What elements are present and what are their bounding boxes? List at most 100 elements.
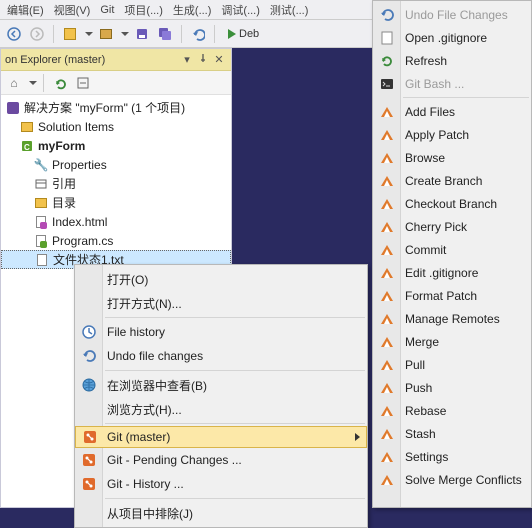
folder-node[interactable]: 目录 bbox=[1, 193, 231, 212]
folder-icon bbox=[33, 195, 49, 211]
ctx-file-history[interactable]: File history bbox=[75, 320, 367, 344]
git-checkout-branch[interactable]: Checkout Branch bbox=[373, 192, 531, 215]
svg-text:C: C bbox=[24, 143, 30, 152]
home-button[interactable]: ⌂ bbox=[4, 73, 24, 93]
fox-icon bbox=[378, 310, 396, 328]
git-open-gitignore[interactable]: Open .gitignore bbox=[373, 26, 531, 49]
fox-icon bbox=[378, 356, 396, 374]
fox-icon bbox=[378, 402, 396, 420]
dropdown-icon[interactable]: ▾ bbox=[179, 53, 195, 66]
git-commit[interactable]: Commit bbox=[373, 238, 531, 261]
clock-icon bbox=[80, 323, 98, 341]
pin-icon[interactable] bbox=[195, 53, 211, 66]
separator bbox=[105, 498, 365, 499]
file-program-cs[interactable]: Program.cs bbox=[1, 231, 231, 250]
save-all-button[interactable] bbox=[155, 24, 175, 44]
sync-button[interactable] bbox=[50, 73, 70, 93]
git-icon bbox=[81, 428, 99, 446]
html-file-icon bbox=[33, 214, 49, 230]
git-settings[interactable]: Settings bbox=[373, 445, 531, 468]
separator bbox=[105, 317, 365, 318]
menu-debug[interactable]: 调试(...) bbox=[216, 2, 265, 18]
references-icon bbox=[33, 176, 49, 192]
git-push[interactable]: Push bbox=[373, 376, 531, 399]
git-stash[interactable]: Stash bbox=[373, 422, 531, 445]
ctx-view-in-browser[interactable]: 在浏览器中查看(B) bbox=[75, 373, 367, 397]
git-rebase[interactable]: Rebase bbox=[373, 399, 531, 422]
git-undo-file-changes: Undo File Changes bbox=[373, 3, 531, 26]
collapse-button[interactable] bbox=[73, 73, 93, 93]
menu-view[interactable]: 视图(V) bbox=[49, 2, 96, 18]
ctx-git-pending[interactable]: Git - Pending Changes ... bbox=[75, 448, 367, 472]
forward-button[interactable] bbox=[27, 24, 47, 44]
refresh-icon bbox=[378, 52, 396, 70]
panel-title-text: on Explorer (master) bbox=[5, 54, 179, 66]
chevron-down-icon[interactable] bbox=[29, 81, 37, 85]
git-create-branch[interactable]: Create Branch bbox=[373, 169, 531, 192]
menu-build[interactable]: 生成(...) bbox=[168, 2, 217, 18]
panel-titlebar[interactable]: on Explorer (master) ▾ ✕ bbox=[1, 49, 231, 71]
git-pull[interactable]: Pull bbox=[373, 353, 531, 376]
fox-icon bbox=[378, 471, 396, 489]
menu-edit[interactable]: 编辑(E) bbox=[2, 2, 49, 18]
save-button[interactable] bbox=[132, 24, 152, 44]
chevron-right-icon bbox=[355, 433, 360, 441]
start-debug-button[interactable]: Deb bbox=[221, 25, 266, 43]
menu-git[interactable]: Git bbox=[95, 4, 119, 16]
close-icon[interactable]: ✕ bbox=[211, 53, 227, 66]
menu-project[interactable]: 项目(...) bbox=[119, 2, 168, 18]
ctx-git-submenu[interactable]: Git (master) bbox=[75, 426, 367, 448]
solution-tree: 解决方案 "myForm" (1 个项目) Solution Items C m… bbox=[1, 95, 231, 269]
ctx-exclude[interactable]: 从项目中排除(J) bbox=[75, 501, 367, 525]
git-solve-conflicts[interactable]: Solve Merge Conflicts bbox=[373, 468, 531, 491]
git-bash: Git Bash ... bbox=[373, 72, 531, 95]
undo-button[interactable] bbox=[188, 24, 208, 44]
chevron-down-icon[interactable] bbox=[121, 32, 129, 36]
git-edit-gitignore[interactable]: Edit .gitignore bbox=[373, 261, 531, 284]
fox-icon bbox=[378, 241, 396, 259]
fox-icon bbox=[378, 126, 396, 144]
git-apply-patch[interactable]: Apply Patch bbox=[373, 123, 531, 146]
git-cherry-pick[interactable]: Cherry Pick bbox=[373, 215, 531, 238]
panel-toolbar: ⌂ bbox=[1, 71, 231, 95]
file-index-html[interactable]: Index.html bbox=[1, 212, 231, 231]
solution-icon bbox=[5, 100, 21, 116]
git-add-files[interactable]: Add Files bbox=[373, 100, 531, 123]
cs-file-icon bbox=[33, 233, 49, 249]
git-format-patch[interactable]: Format Patch bbox=[373, 284, 531, 307]
ctx-browse-with[interactable]: 浏览方式(H)... bbox=[75, 397, 367, 421]
back-button[interactable] bbox=[4, 24, 24, 44]
git-icon bbox=[80, 475, 98, 493]
open-button[interactable] bbox=[96, 24, 116, 44]
fox-icon bbox=[378, 425, 396, 443]
references-node[interactable]: 引用 bbox=[1, 174, 231, 193]
git-merge[interactable]: Merge bbox=[373, 330, 531, 353]
page-icon bbox=[378, 29, 396, 47]
play-icon bbox=[228, 29, 236, 39]
separator bbox=[105, 370, 365, 371]
new-project-button[interactable] bbox=[60, 24, 80, 44]
fox-icon bbox=[378, 379, 396, 397]
chevron-down-icon[interactable] bbox=[85, 32, 93, 36]
solution-node[interactable]: 解决方案 "myForm" (1 个项目) bbox=[1, 98, 231, 117]
ctx-open-with[interactable]: 打开方式(N)... bbox=[75, 291, 367, 315]
separator bbox=[403, 97, 529, 98]
folder-icon bbox=[19, 119, 35, 135]
txt-file-icon bbox=[34, 252, 50, 268]
solution-items-node[interactable]: Solution Items bbox=[1, 117, 231, 136]
fox-icon bbox=[378, 218, 396, 236]
fox-icon bbox=[378, 195, 396, 213]
git-submenu: Undo File Changes Open .gitignore Refres… bbox=[372, 0, 532, 508]
project-node[interactable]: C myForm bbox=[1, 136, 231, 155]
menu-test[interactable]: 测试(...) bbox=[265, 2, 314, 18]
ctx-open[interactable]: 打开(O) bbox=[75, 267, 367, 291]
properties-node[interactable]: 🔧 Properties bbox=[1, 155, 231, 174]
ctx-undo-file-changes[interactable]: Undo file changes bbox=[75, 344, 367, 368]
fox-icon bbox=[378, 264, 396, 282]
git-browse[interactable]: Browse bbox=[373, 146, 531, 169]
git-refresh[interactable]: Refresh bbox=[373, 49, 531, 72]
git-manage-remotes[interactable]: Manage Remotes bbox=[373, 307, 531, 330]
ctx-git-history[interactable]: Git - History ... bbox=[75, 472, 367, 496]
globe-icon bbox=[80, 376, 98, 394]
context-menu: 打开(O) 打开方式(N)... File history Undo file … bbox=[74, 264, 368, 528]
